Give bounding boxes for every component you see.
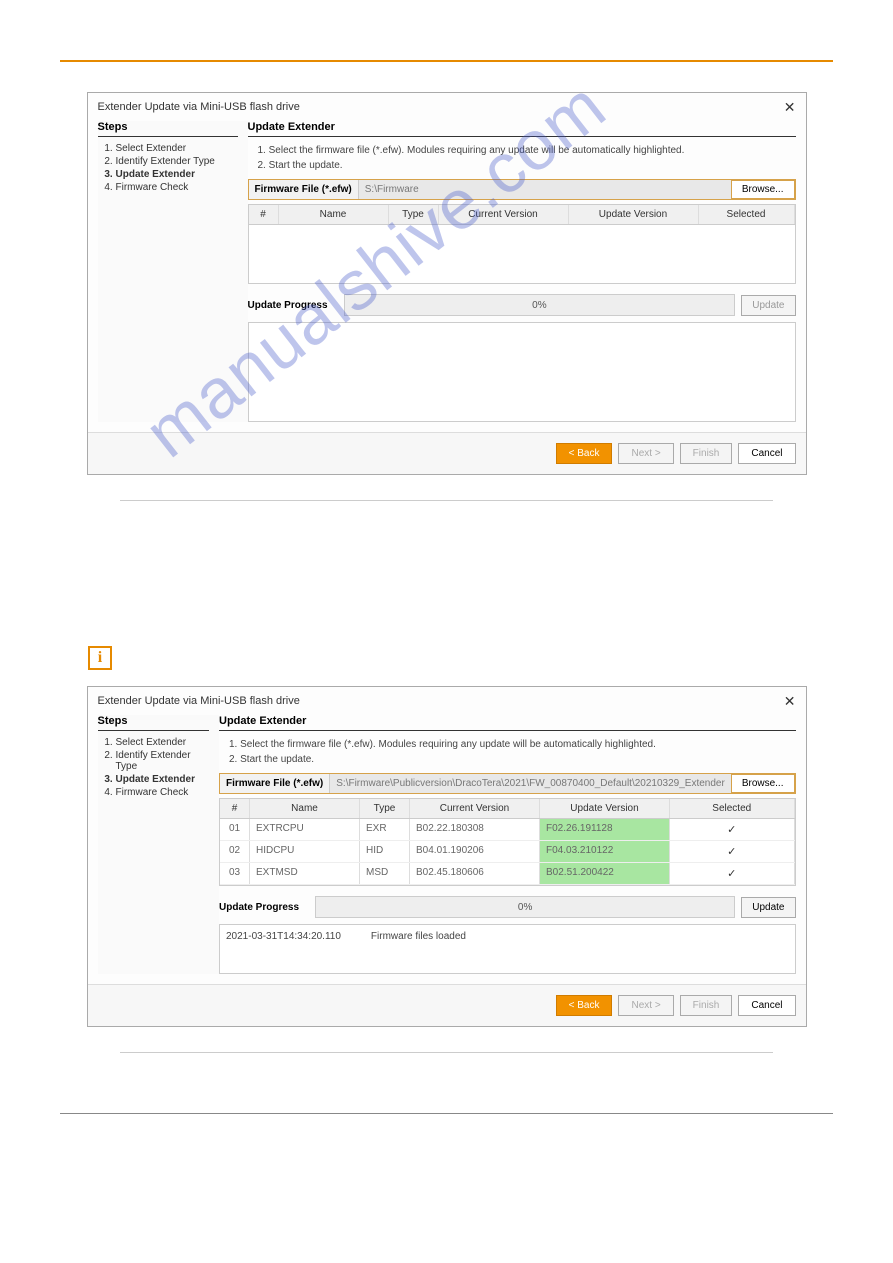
next-button[interactable]: Next >: [618, 443, 673, 464]
update-button[interactable]: Update: [741, 295, 795, 316]
col-header-selected: Selected: [670, 799, 795, 818]
step-item: Firmware Check: [116, 787, 210, 798]
cell-current: B02.45.180606: [410, 863, 540, 884]
log-output: 2021-03-31T14:34:20.110 Firmware files l…: [219, 924, 796, 974]
firmware-table: # Name Type Current Version Update Versi…: [219, 798, 796, 886]
step-item: Select Extender: [116, 143, 238, 154]
col-header-name: Name: [279, 205, 389, 224]
cell-name: EXTMSD: [250, 863, 360, 884]
step-item: Firmware Check: [116, 182, 238, 193]
dialog-title: Extender Update via Mini-USB flash drive: [88, 687, 806, 715]
steps-sidebar: Steps Select Extender Identify Extender …: [98, 121, 248, 422]
next-button[interactable]: Next >: [618, 995, 673, 1016]
section-divider: [120, 1052, 773, 1053]
firmware-file-label: Firmware File (*.efw): [220, 774, 330, 793]
cancel-button[interactable]: Cancel: [738, 995, 795, 1016]
cell-selected-checkbox[interactable]: [670, 863, 795, 884]
instruction-1: 1. Select the firmware file (*.efw). Mod…: [258, 145, 796, 156]
cell-type: MSD: [360, 863, 410, 884]
cell-update-highlighted: F04.03.210122: [540, 841, 670, 862]
instruction-1: 1. Select the firmware file (*.efw). Mod…: [229, 739, 796, 750]
log-timestamp: 2021-03-31T14:34:20.110: [226, 931, 341, 942]
cell-name: HIDCPU: [250, 841, 360, 862]
col-header-num: #: [249, 205, 279, 224]
step-item: Identify Extender Type: [116, 156, 238, 167]
col-header-update: Update Version: [540, 799, 670, 818]
steps-heading: Steps: [98, 121, 238, 137]
panel-heading: Update Extender: [248, 121, 796, 137]
cell-name: EXTRCPU: [250, 819, 360, 840]
cell-current: B02.22.180308: [410, 819, 540, 840]
back-button[interactable]: < Back: [556, 995, 613, 1016]
cell-update-highlighted: B02.51.200422: [540, 863, 670, 884]
update-dialog-1: Extender Update via Mini-USB flash drive…: [87, 92, 807, 475]
info-icon: i: [88, 646, 112, 670]
firmware-file-input[interactable]: S:\Firmware\Publicversion\DracoTera\2021…: [330, 774, 731, 793]
cell-selected-checkbox[interactable]: [670, 841, 795, 862]
cell-selected-checkbox[interactable]: [670, 819, 795, 840]
firmware-file-label: Firmware File (*.efw): [249, 180, 359, 199]
back-button[interactable]: < Back: [556, 443, 613, 464]
progress-bar: 0%: [344, 294, 736, 316]
cell-type: EXR: [360, 819, 410, 840]
step-item: Select Extender: [116, 737, 210, 748]
log-output: [248, 322, 796, 422]
cell-num: 02: [220, 841, 250, 862]
instruction-2: 2. Start the update.: [258, 160, 796, 171]
panel-heading: Update Extender: [219, 715, 796, 731]
col-header-type: Type: [389, 205, 439, 224]
col-header-current: Current Version: [439, 205, 569, 224]
firmware-file-input[interactable]: S:\Firmware: [359, 180, 731, 199]
finish-button[interactable]: Finish: [680, 995, 733, 1016]
col-header-name: Name: [250, 799, 360, 818]
table-row[interactable]: 02 HIDCPU HID B04.01.190206 F04.03.21012…: [220, 841, 795, 863]
browse-button[interactable]: Browse...: [731, 774, 795, 793]
steps-heading: Steps: [98, 715, 210, 731]
finish-button[interactable]: Finish: [680, 443, 733, 464]
col-header-num: #: [220, 799, 250, 818]
cell-num: 01: [220, 819, 250, 840]
cancel-button[interactable]: Cancel: [738, 443, 795, 464]
table-row[interactable]: 01 EXTRCPU EXR B02.22.180308 F02.26.1911…: [220, 819, 795, 841]
update-button[interactable]: Update: [741, 897, 795, 918]
col-header-current: Current Version: [410, 799, 540, 818]
step-item: Identify Extender Type: [116, 750, 210, 772]
footer-divider: [60, 1113, 833, 1114]
steps-sidebar: Steps Select Extender Identify Extender …: [98, 715, 220, 974]
instruction-2: 2. Start the update.: [229, 754, 796, 765]
browse-button[interactable]: Browse...: [731, 180, 795, 199]
cell-current: B04.01.190206: [410, 841, 540, 862]
cell-num: 03: [220, 863, 250, 884]
top-divider: [60, 60, 833, 62]
progress-label: Update Progress: [248, 300, 338, 311]
col-header-type: Type: [360, 799, 410, 818]
table-row[interactable]: 03 EXTMSD MSD B02.45.180606 B02.51.20042…: [220, 863, 795, 885]
cell-type: HID: [360, 841, 410, 862]
update-dialog-2: Extender Update via Mini-USB flash drive…: [87, 686, 807, 1027]
step-item-active: Update Extender: [116, 169, 238, 180]
step-item-active: Update Extender: [116, 774, 210, 785]
cell-update-highlighted: F02.26.191128: [540, 819, 670, 840]
firmware-table: # Name Type Current Version Update Versi…: [248, 204, 796, 284]
dialog-title: Extender Update via Mini-USB flash drive: [88, 93, 806, 121]
progress-label: Update Progress: [219, 902, 309, 913]
close-icon[interactable]: ✕: [784, 99, 796, 116]
progress-bar: 0%: [315, 896, 735, 918]
close-icon[interactable]: ✕: [784, 693, 796, 710]
log-message: Firmware files loaded: [371, 931, 466, 942]
col-header-selected: Selected: [699, 205, 795, 224]
section-divider: [120, 500, 773, 501]
col-header-update: Update Version: [569, 205, 699, 224]
